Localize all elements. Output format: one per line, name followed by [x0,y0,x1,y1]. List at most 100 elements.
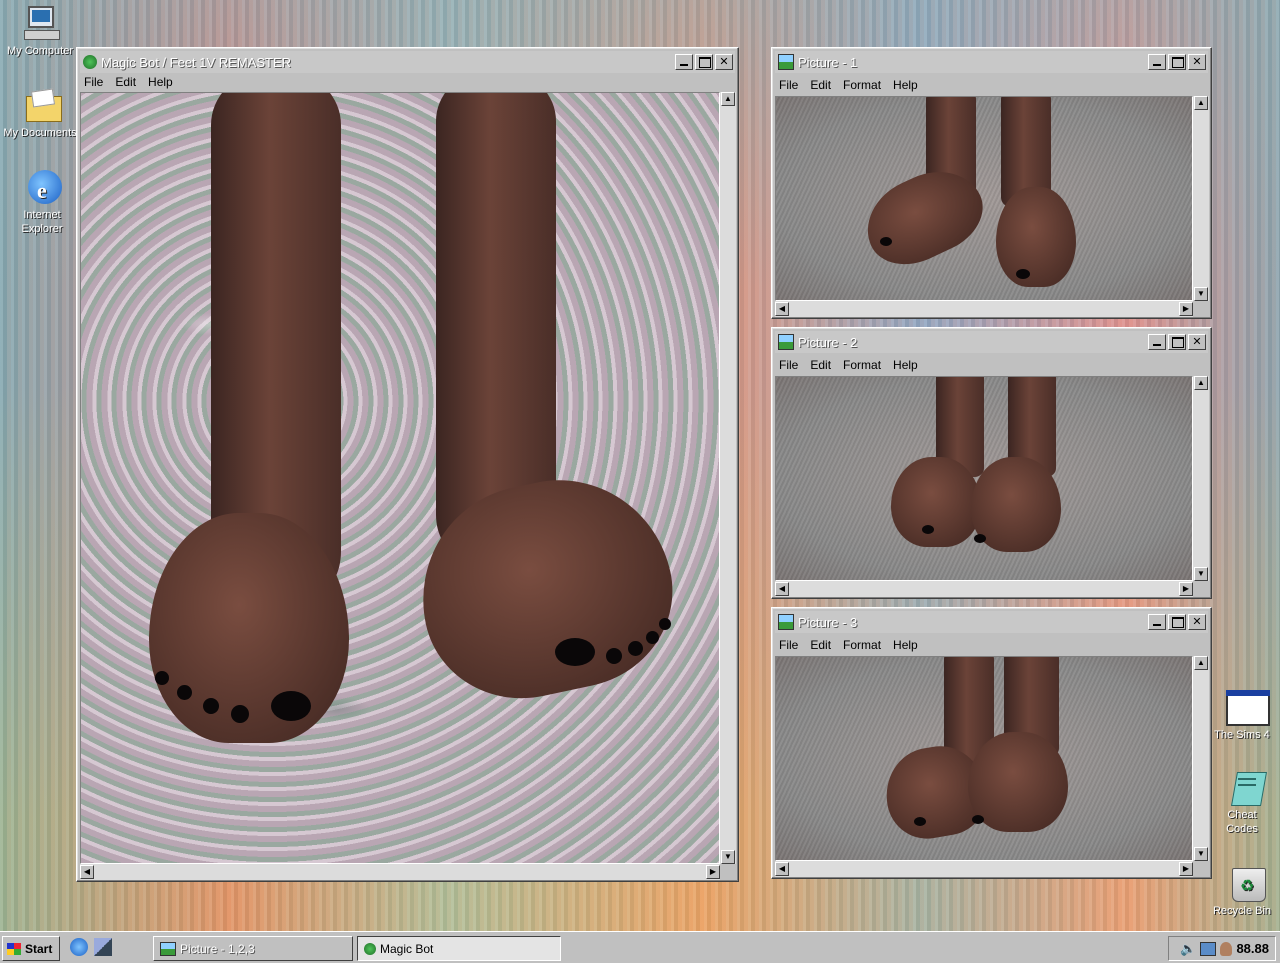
toenail [880,237,892,246]
menu-edit[interactable]: Edit [810,78,831,92]
toenail [922,525,934,534]
toenail [177,685,192,700]
minimize-button[interactable] [1148,334,1166,350]
start-button[interactable]: Start [2,936,60,961]
scroll-right-button[interactable]: ▶ [706,865,720,879]
picture-horizontal-scrollbar[interactable]: ◀ ▶ [775,301,1193,317]
scroll-up-button[interactable]: ▲ [1194,656,1208,670]
folder-icon [20,86,62,124]
scroll-up-button[interactable]: ▲ [1194,376,1208,390]
foot [891,457,981,547]
menu-help[interactable]: Help [893,78,918,92]
menu-file[interactable]: File [779,358,798,372]
desktop-icon-label: My Documents [3,127,77,139]
minimize-button[interactable] [1148,54,1166,70]
minimize-icon [1153,64,1161,66]
toenail [646,631,659,644]
maximize-button[interactable] [695,54,713,70]
scroll-left-button[interactable]: ◀ [775,302,789,316]
desktop-icon-my-documents[interactable]: My Documents [2,86,78,140]
scroll-up-button[interactable]: ▲ [1194,96,1208,110]
taskbar-button-label: Picture - 1,2,3 [180,941,255,956]
scroll-left-button[interactable]: ◀ [775,582,789,596]
close-icon: ✕ [719,56,729,68]
main-vertical-scrollbar[interactable]: ▲ ▼ [720,92,736,864]
taskbar-button-pictures[interactable]: Picture - 1,2,3 [153,936,353,961]
menu-edit[interactable]: Edit [810,638,831,652]
scroll-down-button[interactable]: ▼ [721,850,735,864]
menu-format[interactable]: Format [843,358,881,372]
scroll-right-button[interactable]: ▶ [1179,862,1193,876]
scroll-up-button[interactable]: ▲ [721,92,735,106]
desktop-icon-the-sims-4[interactable]: The Sims 4 [1204,688,1280,742]
picture-window-titlebar[interactable]: Picture - 1 ✕ [775,51,1208,73]
internet-explorer-icon[interactable] [70,938,88,956]
scroll-left-button[interactable]: ◀ [80,865,94,879]
scroll-down-button[interactable]: ▼ [1194,847,1208,861]
picture-vertical-scrollbar[interactable]: ▲ ▼ [1193,656,1209,861]
taskbar-button-magic-bot[interactable]: Magic Bot [357,936,561,961]
menu-help[interactable]: Help [893,358,918,372]
desktop-icon-internet-explorer[interactable]: e Internet Explorer [4,168,80,236]
menu-file[interactable]: File [84,75,103,89]
main-window-titlebar[interactable]: Magic Bot / Feet 1V REMASTER ✕ [80,51,735,73]
picture-vertical-scrollbar[interactable]: ▲ ▼ [1193,96,1209,301]
foot [996,187,1076,287]
desktop-icon-label: The Sims 4 [1214,729,1270,741]
picture-icon [160,941,176,956]
minimize-icon [1153,344,1161,346]
close-button[interactable]: ✕ [715,54,733,70]
taskbar: Start Picture - 1,2,3 Magic Bot 🔈 88.88 [0,931,1280,963]
desktop-icon-cheat-codes[interactable]: Cheat Codes [1204,768,1280,836]
quick-launch [70,938,112,956]
toenail [271,691,311,721]
scroll-down-button[interactable]: ▼ [1194,287,1208,301]
left-foot [149,513,349,743]
main-menubar: File Edit Help [80,73,735,91]
computer-icon [20,4,60,42]
scroll-right-button[interactable]: ▶ [1179,582,1193,596]
green-shield-icon [83,55,97,69]
show-desktop-icon[interactable] [94,938,112,956]
minimize-button[interactable] [675,54,693,70]
toenail [914,817,926,826]
close-button[interactable]: ✕ [1188,54,1206,70]
picture-window-titlebar[interactable]: Picture - 2 ✕ [775,331,1208,353]
menu-edit[interactable]: Edit [115,75,136,89]
minimize-icon [1153,624,1161,626]
picture-horizontal-scrollbar[interactable]: ◀ ▶ [775,581,1193,597]
menu-format[interactable]: Format [843,78,881,92]
menu-file[interactable]: File [779,638,798,652]
menu-help[interactable]: Help [893,638,918,652]
menu-format[interactable]: Format [843,638,881,652]
close-icon: ✕ [1192,336,1202,348]
maximize-button[interactable] [1168,334,1186,350]
maximize-button[interactable] [1168,614,1186,630]
user-icon[interactable] [1220,941,1233,956]
main-horizontal-scrollbar[interactable]: ◀ ▶ [80,864,720,880]
desktop-icon-recycle-bin[interactable]: ♻ Recycle Bin [1204,864,1280,918]
picture-horizontal-scrollbar[interactable]: ◀ ▶ [775,861,1193,877]
minimize-button[interactable] [1148,614,1166,630]
picture-window-titlebar[interactable]: Picture - 3 ✕ [775,611,1208,633]
speaker-icon[interactable]: 🔈 [1180,941,1196,957]
scroll-left-button[interactable]: ◀ [775,862,789,876]
network-icon[interactable] [1200,941,1217,956]
scroll-right-button[interactable]: ▶ [1179,302,1193,316]
toenail [659,618,671,630]
desktop-icon-label: Cheat Codes [1226,809,1258,835]
close-button[interactable]: ✕ [1188,614,1206,630]
picture-menubar: File Edit Format Help [775,636,1208,654]
menu-file[interactable]: File [779,78,798,92]
picture-vertical-scrollbar[interactable]: ▲ ▼ [1193,376,1209,581]
menu-help[interactable]: Help [148,75,173,89]
maximize-button[interactable] [1168,54,1186,70]
menu-edit[interactable]: Edit [810,358,831,372]
windows-logo-icon [7,942,21,955]
main-window-title: Magic Bot / Feet 1V REMASTER [101,54,292,70]
desktop-icon-my-computer[interactable]: My Computer [2,4,78,58]
scroll-down-button[interactable]: ▼ [1194,567,1208,581]
recycle-bin-icon: ♻ [1222,864,1266,902]
carpet-background [776,97,1192,300]
close-button[interactable]: ✕ [1188,334,1206,350]
